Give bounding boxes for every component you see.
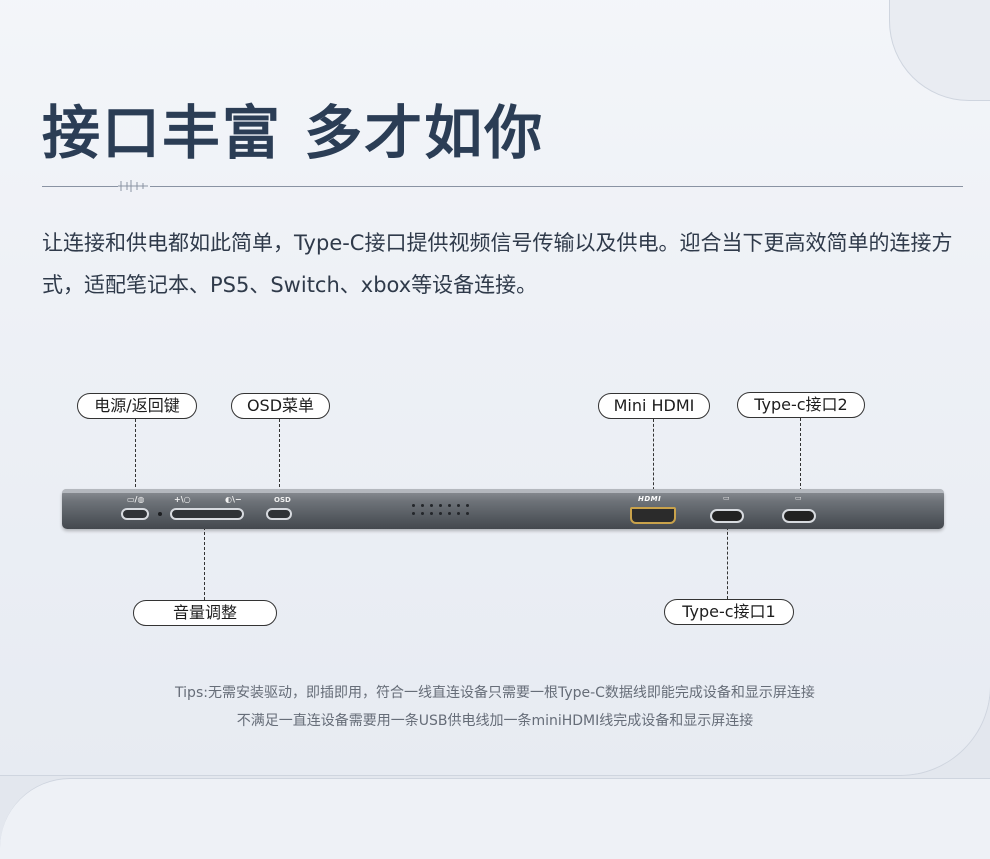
volume-rocker[interactable] [170,508,244,520]
osd-menu-button[interactable] [266,508,292,520]
leader-hdmi [653,419,654,495]
typec-port-2[interactable] [782,509,816,523]
leader-volume [204,522,205,600]
typec-1-display-icon: ▭ [723,494,730,502]
typec-2-display-icon: ▭ [795,494,802,502]
hdmi-logo: HDMI [638,495,662,503]
tips-line-1: Tips:无需安装驱动，即插即用，符合一线直连设备只需要一根Type-C数据线即… [175,685,815,701]
osd-key-label: OSD [274,496,291,504]
typec-port-1[interactable] [710,509,744,523]
callout-typec-2: Type-c接口2 [737,392,865,418]
volume-minus-label: ◐\− [225,495,242,504]
volume-plus-label: +\○ [174,495,191,504]
title-divider-right [150,186,963,187]
callout-osd-menu: OSD菜单 [231,393,330,419]
divider-ticks [118,180,148,192]
indicator-light [158,512,162,516]
title-divider-left [42,186,118,187]
speaker-grille [412,504,470,515]
page-title: 接口丰富 多才如你 [42,99,545,167]
leader-osd [279,419,280,497]
intro-paragraph: 让连接和供电都如此简单，Type-C接口提供视频信号传输以及供电。迎合当下更高效… [42,231,953,297]
device-top-edge [62,489,944,493]
leader-typec-1 [727,522,728,599]
power-back-button[interactable] [121,508,149,520]
tips-line-2: 不满足一直连设备需要用一条USB供电线加一条miniHDMI线完成设备和显示屏连… [236,713,754,729]
callout-mini-hdmi: Mini HDMI [598,393,710,419]
leader-typec-2 [800,418,801,496]
mini-hdmi-port[interactable] [630,507,676,524]
bottom-card [0,778,990,859]
monitor-side-panel: ▭/◍ +\○ ◐\− OSD HDMI ▭ ▭ [62,489,944,529]
leader-power [135,419,136,497]
callout-volume: 音量调整 [133,600,277,626]
callout-power-back: 电源/返回键 [77,393,197,419]
power-key-label: ▭/◍ [127,495,145,504]
callout-typec-1: Type-c接口1 [664,599,794,625]
